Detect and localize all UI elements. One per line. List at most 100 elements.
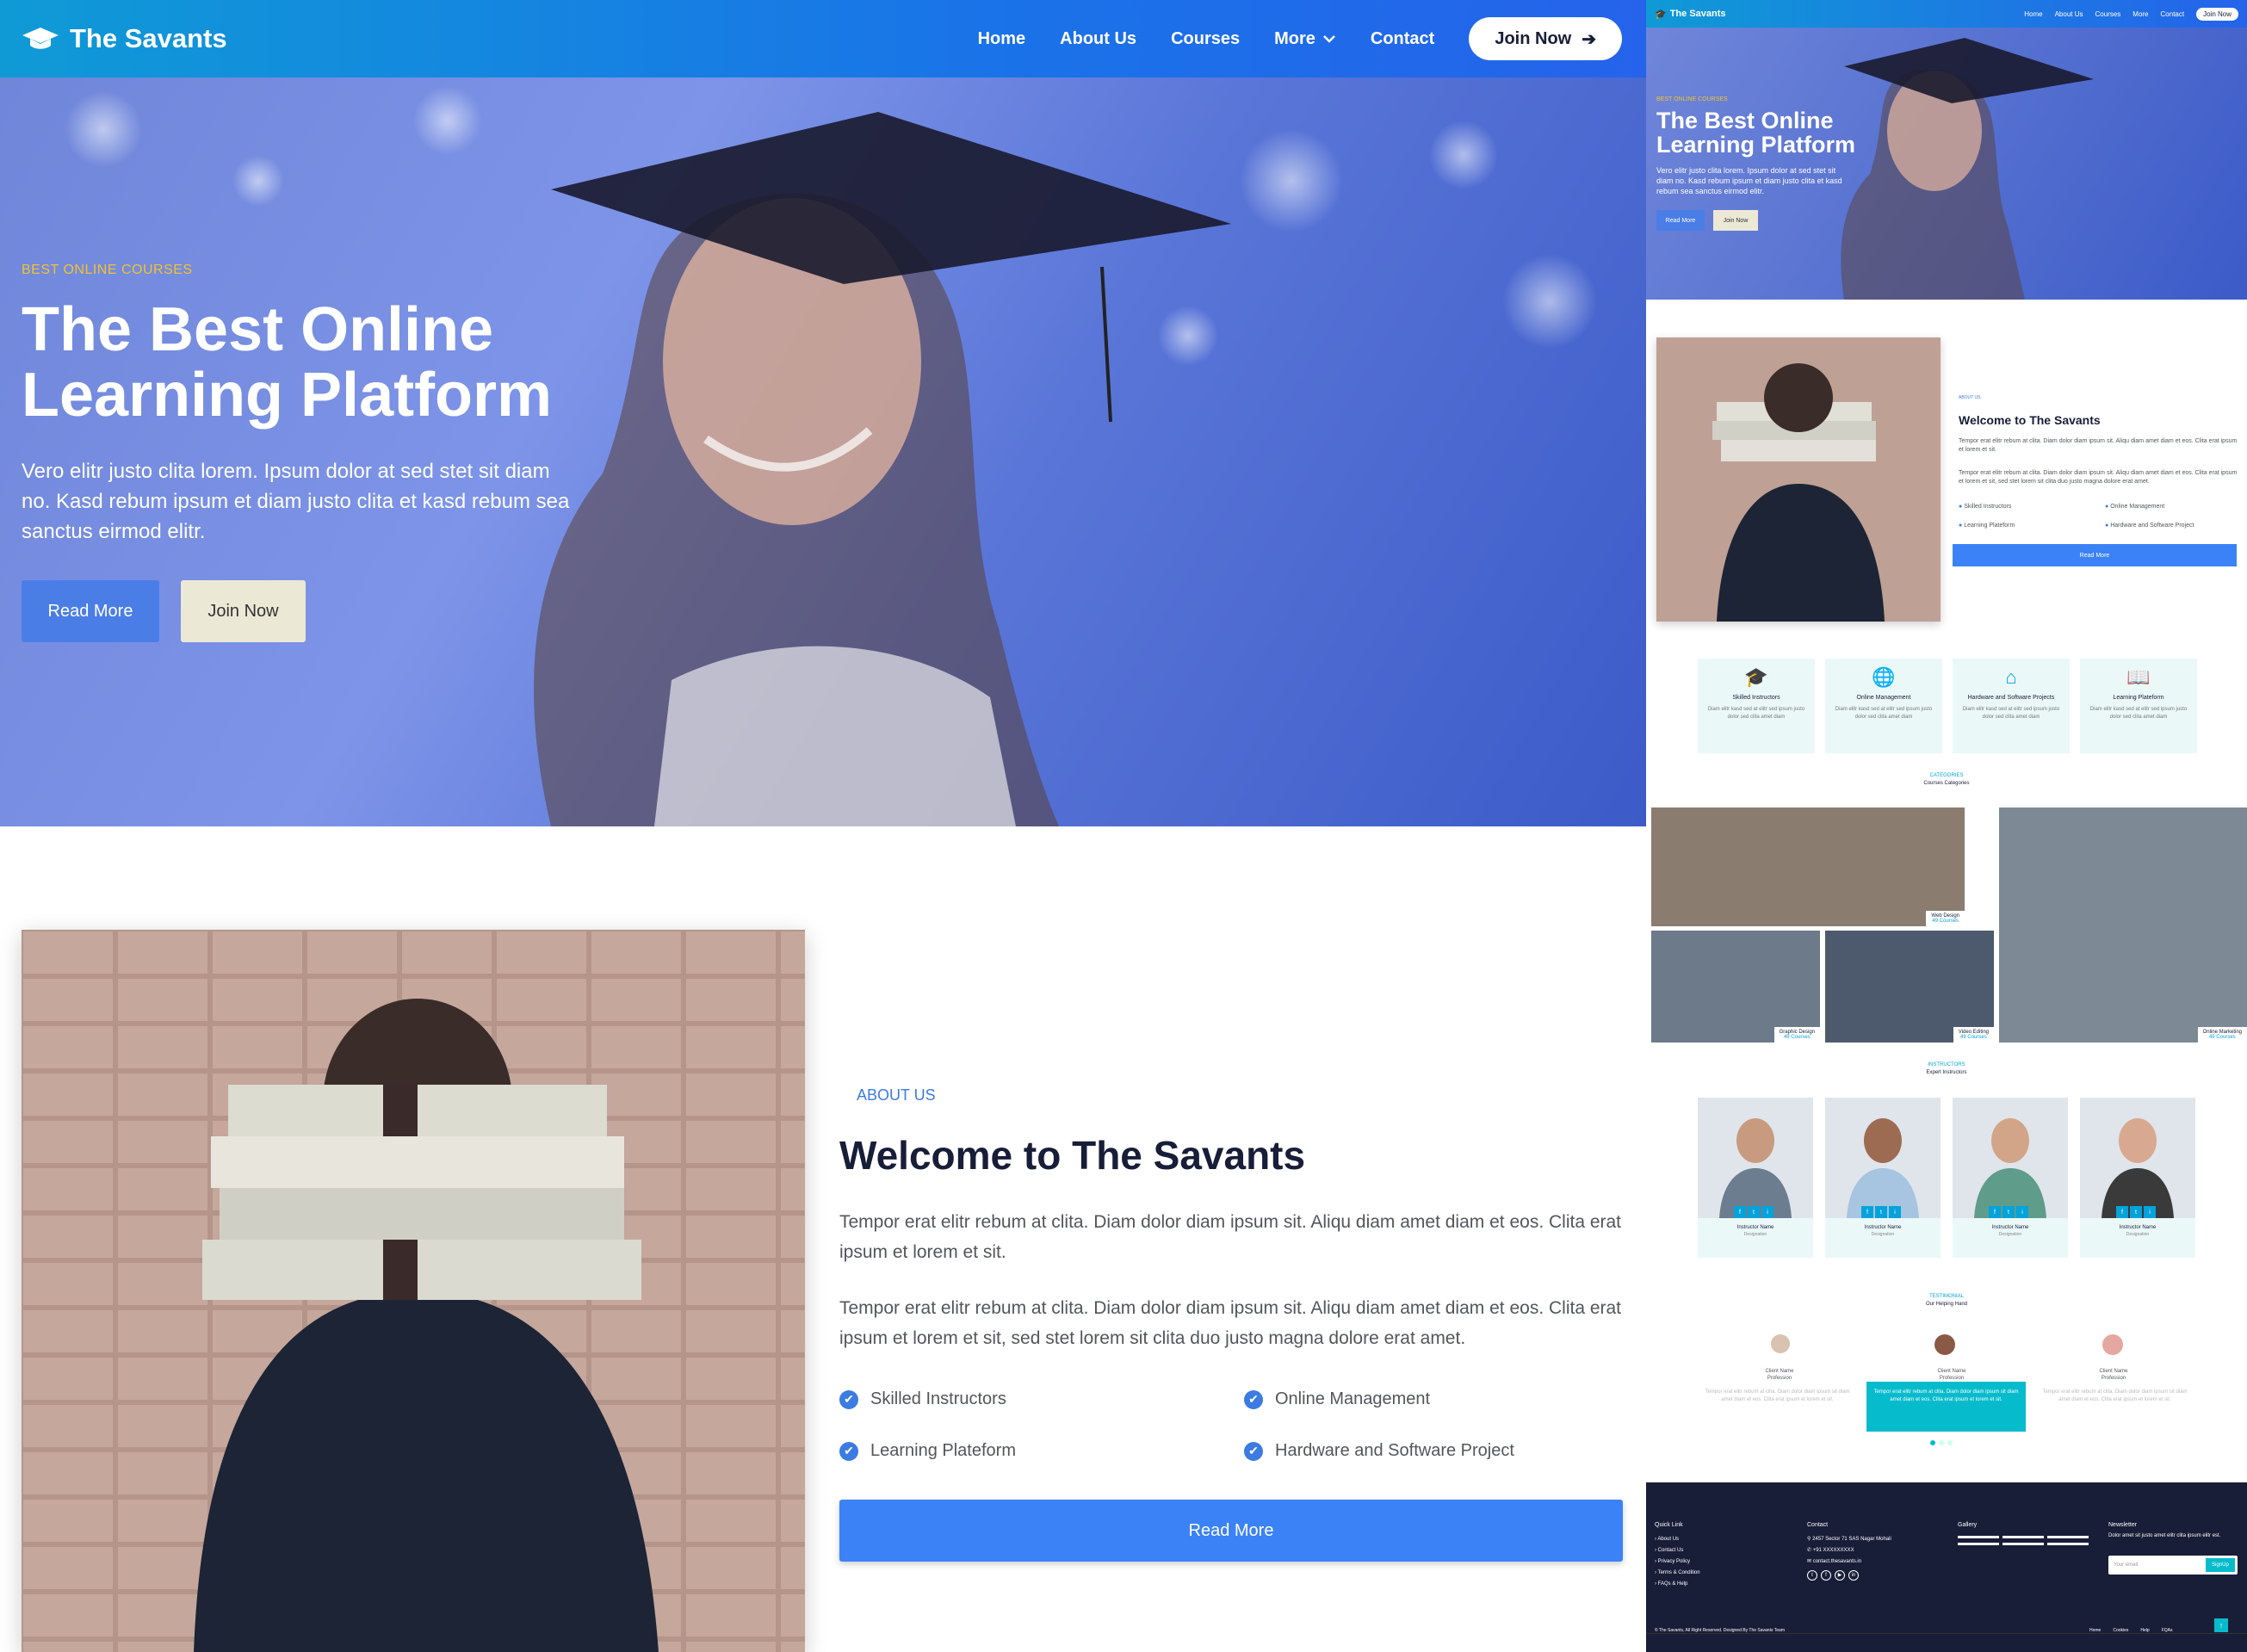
twitter-icon[interactable]: t xyxy=(1807,1570,1817,1581)
testimonial-text: Tempor erat elitr rebum at clita. Diam d… xyxy=(1705,1389,1850,1402)
footer-bottom-link[interactable]: Home xyxy=(2089,1625,2101,1637)
mini-about-p1: Tempor erat elitr rebum at clita. Diam d… xyxy=(1959,438,2238,453)
linkedin-icon[interactable]: in xyxy=(1848,1570,1859,1581)
mini-nav-contact[interactable]: Contact xyxy=(2161,10,2185,18)
footer-bottom-links: Home Cookies Help FQAs xyxy=(2089,1625,2173,1637)
twitter-icon[interactable]: t xyxy=(2002,1206,2015,1218)
nav-contact[interactable]: Contact xyxy=(1371,29,1434,49)
gallery-thumb[interactable] xyxy=(1958,1543,1999,1545)
footer-bottom-link[interactable]: Help xyxy=(2140,1625,2149,1637)
category-graphic-design[interactable]: Graphic Design 49 Courses xyxy=(1651,931,1820,1043)
testimonial-client: Client Name Profession xyxy=(1980,1368,2247,1382)
service-card[interactable]: 🌐 Online Management Diam elitr kasd sed at… xyxy=(1825,659,1942,753)
instructor-card[interactable]: f t i Instructor Name Designation xyxy=(2080,1098,2195,1258)
client-profession: Profession xyxy=(1767,1376,1792,1381)
facebook-icon[interactable]: f xyxy=(2116,1206,2128,1218)
social-links: fti xyxy=(2116,1206,2156,1218)
mini-nav-menu: Home About Us Courses More Contact Join … xyxy=(2024,0,2238,28)
mini-feature-4: ● Hardware and Software Project xyxy=(2105,522,2194,530)
mini-feature-label: Hardware and Software Project xyxy=(2110,523,2194,529)
dot[interactable] xyxy=(1930,1440,1935,1445)
back-to-top-icon[interactable]: ↑ xyxy=(2214,1618,2228,1632)
hero-subtitle: Vero elitr justo clita lorem. Ipsum dolo… xyxy=(22,460,570,543)
mini-hero-photo xyxy=(1841,38,2094,300)
footer-bottom-link[interactable]: Cookies xyxy=(2113,1625,2128,1637)
instructors-tag: INSTRUCTORS xyxy=(1928,1062,1965,1067)
instructor-name: Instructor Name xyxy=(1736,1225,1774,1230)
instructor-card[interactable]: f t i Instructor Name Designation xyxy=(1953,1098,2068,1258)
mini-brand[interactable]: 🎓 The Savants xyxy=(1655,9,1726,20)
service-card[interactable]: ⌂ Hardware and Software Projects Diam elit… xyxy=(1953,659,2070,753)
instagram-icon[interactable]: i xyxy=(1889,1206,1901,1218)
testimonial-text: Tempor erat elitr rebum at clita. Diam d… xyxy=(2042,1389,2188,1402)
service-card[interactable]: 📖 Learning Plateform Diam elitr kasd sed a… xyxy=(2080,659,2197,753)
gallery-thumb[interactable] xyxy=(1958,1536,1999,1538)
avatar xyxy=(1771,1334,1790,1353)
carousel-dots[interactable] xyxy=(1930,1440,1953,1445)
nav-courses[interactable]: Courses xyxy=(1171,29,1240,49)
footer-link[interactable]: › About Us xyxy=(1655,1534,1700,1545)
signup-button[interactable]: SignUp xyxy=(2206,1558,2235,1572)
youtube-icon[interactable]: ▶ xyxy=(1835,1570,1845,1581)
feature-label: Learning Plateform xyxy=(870,1441,1016,1460)
about-read-more-button[interactable]: Read More xyxy=(839,1500,1623,1562)
category-online-marketing[interactable]: Online Marketing 49 Courses xyxy=(1999,807,2247,1043)
instagram-icon[interactable]: i xyxy=(1761,1206,1773,1218)
nav-home[interactable]: Home xyxy=(978,29,1026,49)
gallery-thumb[interactable] xyxy=(2002,1536,2044,1538)
twitter-icon[interactable]: t xyxy=(1875,1206,1887,1218)
category-video-editing[interactable]: Video Editing 49 Courses xyxy=(1825,931,1994,1043)
feature-label: Online Management xyxy=(1275,1389,1431,1408)
join-now-button[interactable]: Join Now ➔ xyxy=(1469,17,1622,60)
mini-nav-home[interactable]: Home xyxy=(2024,10,2042,18)
service-card[interactable]: 🎓 Skilled Instructors Diam elitr kasd sed … xyxy=(1698,659,1815,753)
mini-nav-more[interactable]: More xyxy=(2132,10,2148,18)
twitter-icon[interactable]: t xyxy=(2130,1206,2142,1218)
footer-link[interactable]: › Privacy Policy xyxy=(1655,1556,1700,1568)
gallery-thumb[interactable] xyxy=(2002,1543,2044,1545)
footer-gallery xyxy=(1958,1536,2089,1538)
mini-about-read-more[interactable]: Read More xyxy=(1953,544,2237,566)
instructor-card[interactable]: f t i Instructor Name Designation xyxy=(1825,1098,1941,1258)
instagram-icon[interactable]: i xyxy=(2144,1206,2156,1218)
facebook-icon[interactable]: f xyxy=(1821,1570,1831,1581)
hero-read-more-button[interactable]: Read More xyxy=(22,580,159,642)
gallery-thumb[interactable] xyxy=(2047,1543,2089,1545)
brand[interactable]: The Savants xyxy=(22,23,227,54)
gallery-thumb[interactable] xyxy=(2047,1536,2089,1538)
check-circle-icon: ● xyxy=(2105,523,2109,529)
nav-more-label: More xyxy=(1274,28,1315,48)
about-paragraph-1: Tempor erat elitr rebum at clita. Diam d… xyxy=(839,1212,1622,1262)
footer-link[interactable]: › Contact Us xyxy=(1655,1545,1700,1556)
footer-link[interactable]: › Terms & Condition xyxy=(1655,1568,1700,1579)
footer-gallery-title: Gallery xyxy=(1958,1522,1978,1528)
twitter-icon[interactable]: t xyxy=(1748,1206,1760,1218)
mini-nav-courses[interactable]: Courses xyxy=(2095,10,2120,18)
hero-join-now-button[interactable]: Join Now xyxy=(181,580,306,642)
footer-phone: ✆ +91 XXXXXXXXX xyxy=(1807,1548,1854,1553)
instagram-icon[interactable]: i xyxy=(2016,1206,2028,1218)
nav-more[interactable]: More xyxy=(1274,29,1336,49)
footer-link[interactable]: › FAQs & Help xyxy=(1655,1579,1700,1590)
check-circle-icon: ✔ xyxy=(839,1389,858,1409)
about-tag: ABOUT US xyxy=(857,1086,936,1104)
footer-bottom-link[interactable]: FQAs xyxy=(2162,1625,2173,1637)
mini-join-button[interactable]: Join Now xyxy=(2196,7,2238,21)
email-placeholder: Your email xyxy=(2114,1562,2139,1568)
dot[interactable] xyxy=(1947,1440,1953,1445)
category-label: Web Design 49 Courses xyxy=(1926,911,1965,926)
mini-read-more-button[interactable]: Read More xyxy=(1656,210,1705,231)
facebook-icon[interactable]: f xyxy=(1861,1206,1873,1218)
dot[interactable] xyxy=(1939,1440,1944,1445)
footer-copyright: © The Savants, All Right Reserved. Desig… xyxy=(1655,1628,1785,1633)
mini-nav-about[interactable]: About Us xyxy=(2055,10,2083,18)
category-label: Online Marketing 49 Courses xyxy=(2197,1027,2247,1043)
facebook-icon[interactable]: f xyxy=(1989,1206,2001,1218)
nav-about[interactable]: About Us xyxy=(1060,29,1136,49)
category-web-design[interactable]: Web Design 49 Courses xyxy=(1651,807,1965,926)
about-image xyxy=(22,930,805,1652)
footer-contact: ⚲ 2457 Sector 71 SAS Nagar Mohali ✆ +91 … xyxy=(1807,1534,1891,1581)
instructor-card[interactable]: f t i Instructor Name Designation xyxy=(1698,1098,1813,1258)
facebook-icon[interactable]: f xyxy=(1734,1206,1746,1218)
mini-join-now-button[interactable]: Join Now xyxy=(1713,210,1758,231)
